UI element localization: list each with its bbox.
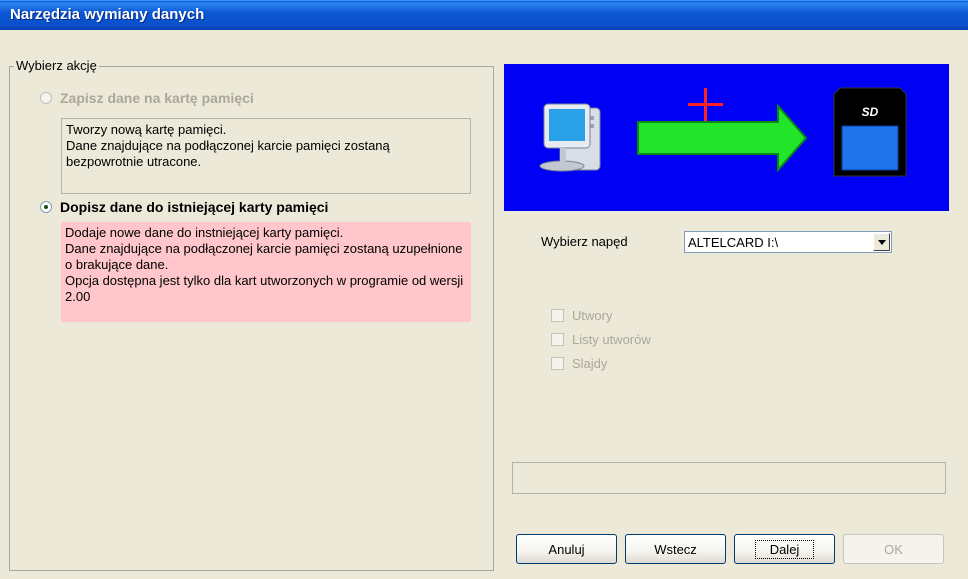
radio-append-card-label: Dopisz dane do istniejącej karty pamięci [60, 199, 329, 215]
plus-icon [688, 88, 723, 122]
checkbox-tracks[interactable]: Utwory [551, 308, 612, 323]
checkbox-slides-label: Slajdy [572, 356, 608, 371]
checkbox-icon[interactable] [551, 309, 564, 322]
radio-append-card[interactable]: Dopisz dane do istniejącej karty pamięci [40, 199, 328, 215]
checkbox-tracks-label: Utwory [572, 308, 613, 323]
ok-button-label: OK [884, 541, 903, 557]
radio-write-new-card-label: Zapisz dane na kartę pamięci [60, 90, 254, 106]
description-line: Opcja dostępna jest tylko dla kart utwor… [65, 273, 464, 304]
back-button-label: Wstecz [654, 541, 697, 557]
checkbox-icon[interactable] [551, 357, 564, 370]
action-groupbox-legend: Wybierz akcję [14, 58, 99, 73]
checkbox-playlists[interactable]: Listy utworów [551, 332, 651, 347]
append-card-description: Dodaje nowe dane do instniejącej karty p… [61, 222, 471, 322]
drive-select-value: ALTELCARD I:\ [688, 235, 779, 250]
ok-button[interactable]: OK [843, 534, 944, 564]
radio-write-new-card[interactable]: Zapisz dane na kartę pamięci [40, 90, 254, 106]
checkbox-playlists-label: Listy utworów [572, 332, 651, 347]
drive-label: Wybierz napęd [541, 234, 628, 249]
checkbox-slides[interactable]: Slajdy [551, 356, 607, 371]
window-title: Narzędzia wymiany danych [10, 6, 205, 23]
arrow-right-icon [637, 103, 808, 173]
progress-bar [512, 462, 946, 494]
transfer-banner: SD [504, 64, 949, 211]
radio-button-icon[interactable] [40, 201, 52, 213]
cancel-button[interactable]: Anuluj [516, 534, 617, 564]
cancel-button-label: Anuluj [548, 541, 585, 557]
checkbox-icon[interactable] [551, 333, 564, 346]
description-line: Dane znajdujące na podłączonej karcie pa… [66, 138, 390, 169]
description-line: Tworzy nową kartę pamięci. [66, 122, 227, 137]
title-bar: Narzędzia wymiany danych [0, 0, 968, 30]
svg-text:SD: SD [862, 105, 879, 119]
back-button[interactable]: Wstecz [625, 534, 726, 564]
description-line: Dodaje nowe dane do instniejącej karty p… [65, 225, 344, 240]
sd-card-icon: SD [833, 87, 907, 177]
computer-icon [539, 103, 601, 172]
transfer-illustration: SD [539, 87, 907, 177]
next-button[interactable]: Dalej [734, 534, 835, 564]
next-button-label: Dalej [754, 539, 815, 559]
description-line: Dane znajdujące na podłączonej karcie pa… [65, 241, 463, 272]
write-new-card-description: Tworzy nową kartę pamięci. Dane znajdują… [61, 118, 471, 194]
drive-select[interactable]: ALTELCARD I:\ [684, 231, 892, 253]
chevron-down-icon[interactable] [873, 233, 890, 251]
radio-button-icon[interactable] [40, 92, 52, 104]
